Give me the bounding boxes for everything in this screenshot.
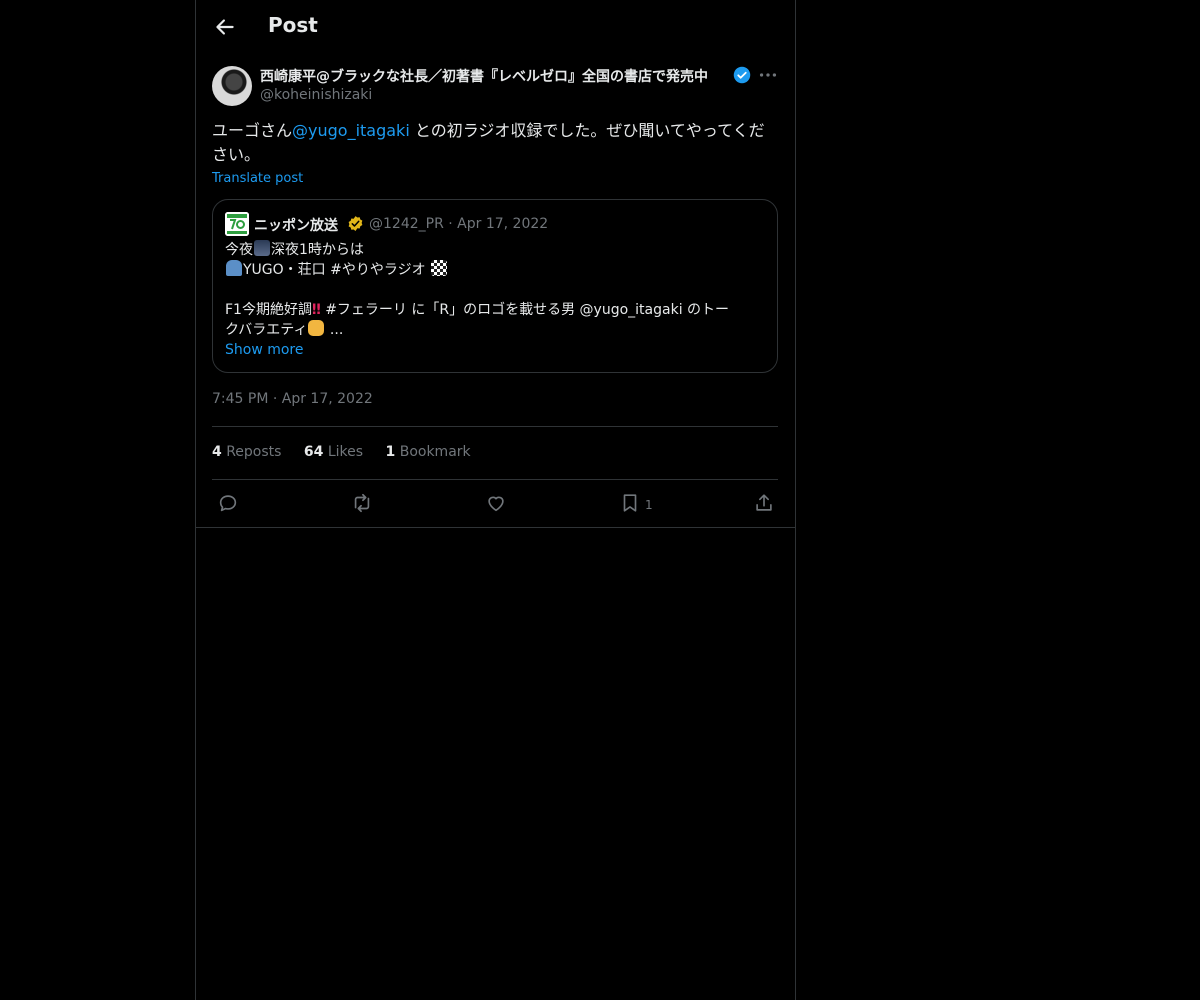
author-handle[interactable]: @koheinishizaki [260,87,372,103]
back-arrow-icon [216,19,234,35]
quoted-post[interactable]: ニッポン放送 @1242_PR · Apr 17, 2022 今夜 深夜1時からは… [212,199,778,373]
bookmark-count: 1 [645,498,653,512]
likes-stat[interactable]: 64 Likes [304,444,363,460]
fist-icon [308,320,325,336]
quote-line-4-text: クバラエティ [225,322,308,338]
show-more-link[interactable]: Show more [225,342,304,358]
likes-count: 64 [303,444,324,460]
quote-line-3b: #フェラーリ に「R」のロゴを載せる男 @yugo_itagaki のトー [320,302,730,318]
reply-icon [219,495,237,512]
quote-line-blank [225,280,765,300]
quote-line-3: F1今期絶好調‼ #フェラーリ に「R」のロゴを載せる男 @yugo_itaga… [225,300,765,320]
quote-author-name: ニッポン放送 [254,218,338,234]
quote-handle-date: @1242_PR · Apr 17, 2022 [369,216,549,232]
reposts-stat[interactable]: 4 Reposts [212,444,281,460]
divider [196,527,795,528]
like-button[interactable] [485,492,507,514]
car-icon [226,260,242,276]
more-icon [759,73,777,77]
quote-line-1b: 深夜1時からは [271,242,364,258]
repost-button[interactable] [351,492,373,514]
quote-line-1a: 今夜 [225,242,253,258]
bookmark-icon [623,494,637,512]
top-bar: Post [196,0,795,54]
engagement-stats: 4 Reposts 64 Likes 1 Bookmark [212,444,489,460]
reposts-label: Reposts [226,444,282,460]
more-options-button[interactable] [757,64,779,86]
share-icon [756,494,772,511]
post-timestamp[interactable]: 7:45 PM · Apr 17, 2022 [212,391,373,407]
author-display-name[interactable]: 西崎康平@ブラックな社長／初著書『レベルゼロ』全国の書店で発売中 [260,66,730,86]
avatar[interactable] [212,66,252,106]
double-exclamation-icon: ‼ [311,302,321,318]
verified-icon [733,66,751,84]
quote-line-1: 今夜 深夜1時からは [225,240,765,260]
quote-line-2-text: YUGO・荘口 #やりやラジオ [243,262,426,278]
quote-body: 今夜 深夜1時からは YUGO・荘口 #やりやラジオ F1今期絶好調‼ #フェラー… [225,240,765,340]
bookmarks-label: Bookmark [399,444,471,460]
share-button[interactable] [753,492,775,514]
post-column: Post 西崎康平@ブラックな社長／初著書『レベルゼロ』全国の書店で発売中 @k… [195,0,796,1000]
bookmarks-count: 1 [385,444,396,460]
bookmark-button[interactable]: 1 [619,492,653,514]
checkered-flag-icon [431,260,448,276]
quote-line-4: クバラエティ ... [225,320,765,340]
quote-line-4-end: ... [325,322,344,338]
bookmarks-stat[interactable]: 1 Bookmark [386,444,471,460]
page-title: Post [268,13,318,37]
quote-line-3a: F1今期絶好調 [225,302,312,318]
translate-post-link[interactable]: Translate post [212,171,303,186]
divider [212,426,778,427]
mention-link[interactable]: @yugo_itagaki [292,121,410,140]
repost-icon [354,493,370,513]
like-icon [488,496,504,512]
night-city-icon [254,240,270,256]
author-row: 西崎康平@ブラックな社長／初著書『レベルゼロ』全国の書店で発売中 @kohein… [212,64,778,108]
reply-button[interactable] [217,492,239,514]
reposts-count: 4 [212,444,222,460]
station-logo-icon [225,212,249,236]
action-bar: 1 [196,480,795,527]
quote-line-2: YUGO・荘口 #やりやラジオ [225,260,765,280]
gold-verified-icon [348,216,363,231]
post-text: ユーゴさん@yugo_itagaki との初ラジオ収録でした。ぜひ聞いてやってく… [212,119,778,167]
back-button[interactable] [212,14,238,40]
quote-avatar [225,212,249,236]
post-text-start: ユーゴさん [212,121,293,140]
likes-label: Likes [327,444,364,460]
